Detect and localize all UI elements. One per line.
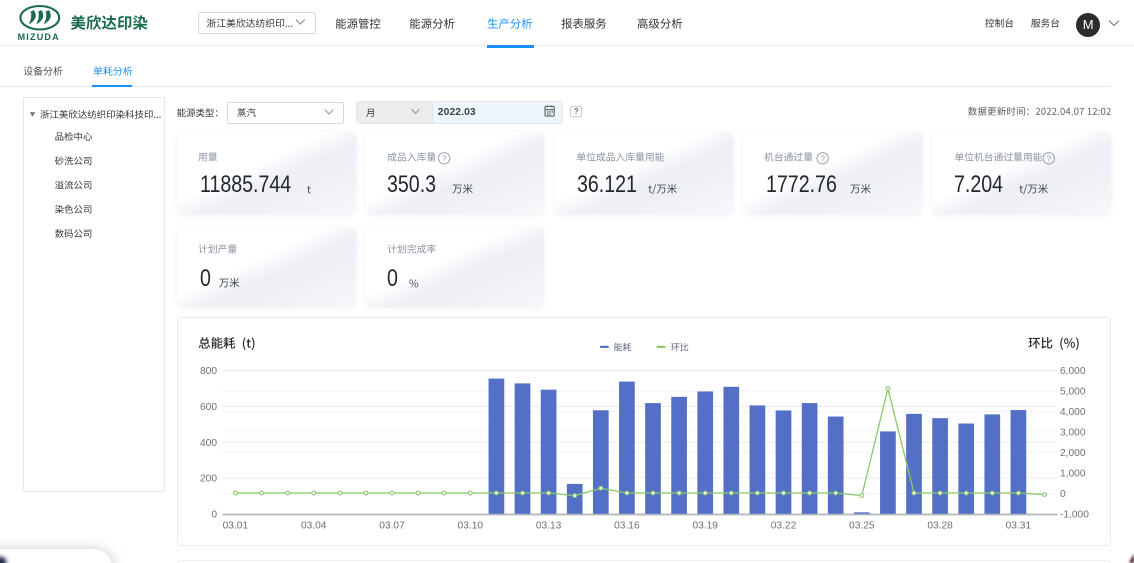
svg-text:03.04: 03.04 (301, 520, 327, 531)
svg-text:3,000: 3,000 (1060, 427, 1086, 438)
svg-text:800: 800 (200, 366, 217, 377)
svg-text:-1,000: -1,000 (1060, 509, 1089, 520)
svg-text:1,000: 1,000 (1060, 468, 1086, 479)
svg-text:5,000: 5,000 (1060, 386, 1086, 397)
svg-text:400: 400 (200, 437, 217, 448)
svg-text:4,000: 4,000 (1060, 407, 1086, 418)
svg-text:2,000: 2,000 (1060, 447, 1086, 458)
svg-text:03.13: 03.13 (536, 520, 562, 531)
svg-text:600: 600 (200, 401, 217, 412)
svg-text:200: 200 (200, 473, 217, 484)
svg-text:6,000: 6,000 (1060, 366, 1086, 377)
svg-text:03.31: 03.31 (1006, 520, 1032, 531)
svg-text:03.07: 03.07 (379, 520, 405, 531)
svg-text:03.01: 03.01 (223, 520, 249, 531)
svg-text:03.16: 03.16 (614, 520, 640, 531)
svg-text:03.25: 03.25 (849, 520, 875, 531)
svg-text:03.22: 03.22 (771, 520, 797, 531)
svg-text:0: 0 (211, 509, 217, 520)
svg-text:03.10: 03.10 (458, 520, 484, 531)
svg-text:0: 0 (1060, 488, 1066, 499)
svg-text:03.28: 03.28 (927, 520, 953, 531)
svg-text:03.19: 03.19 (692, 520, 718, 531)
